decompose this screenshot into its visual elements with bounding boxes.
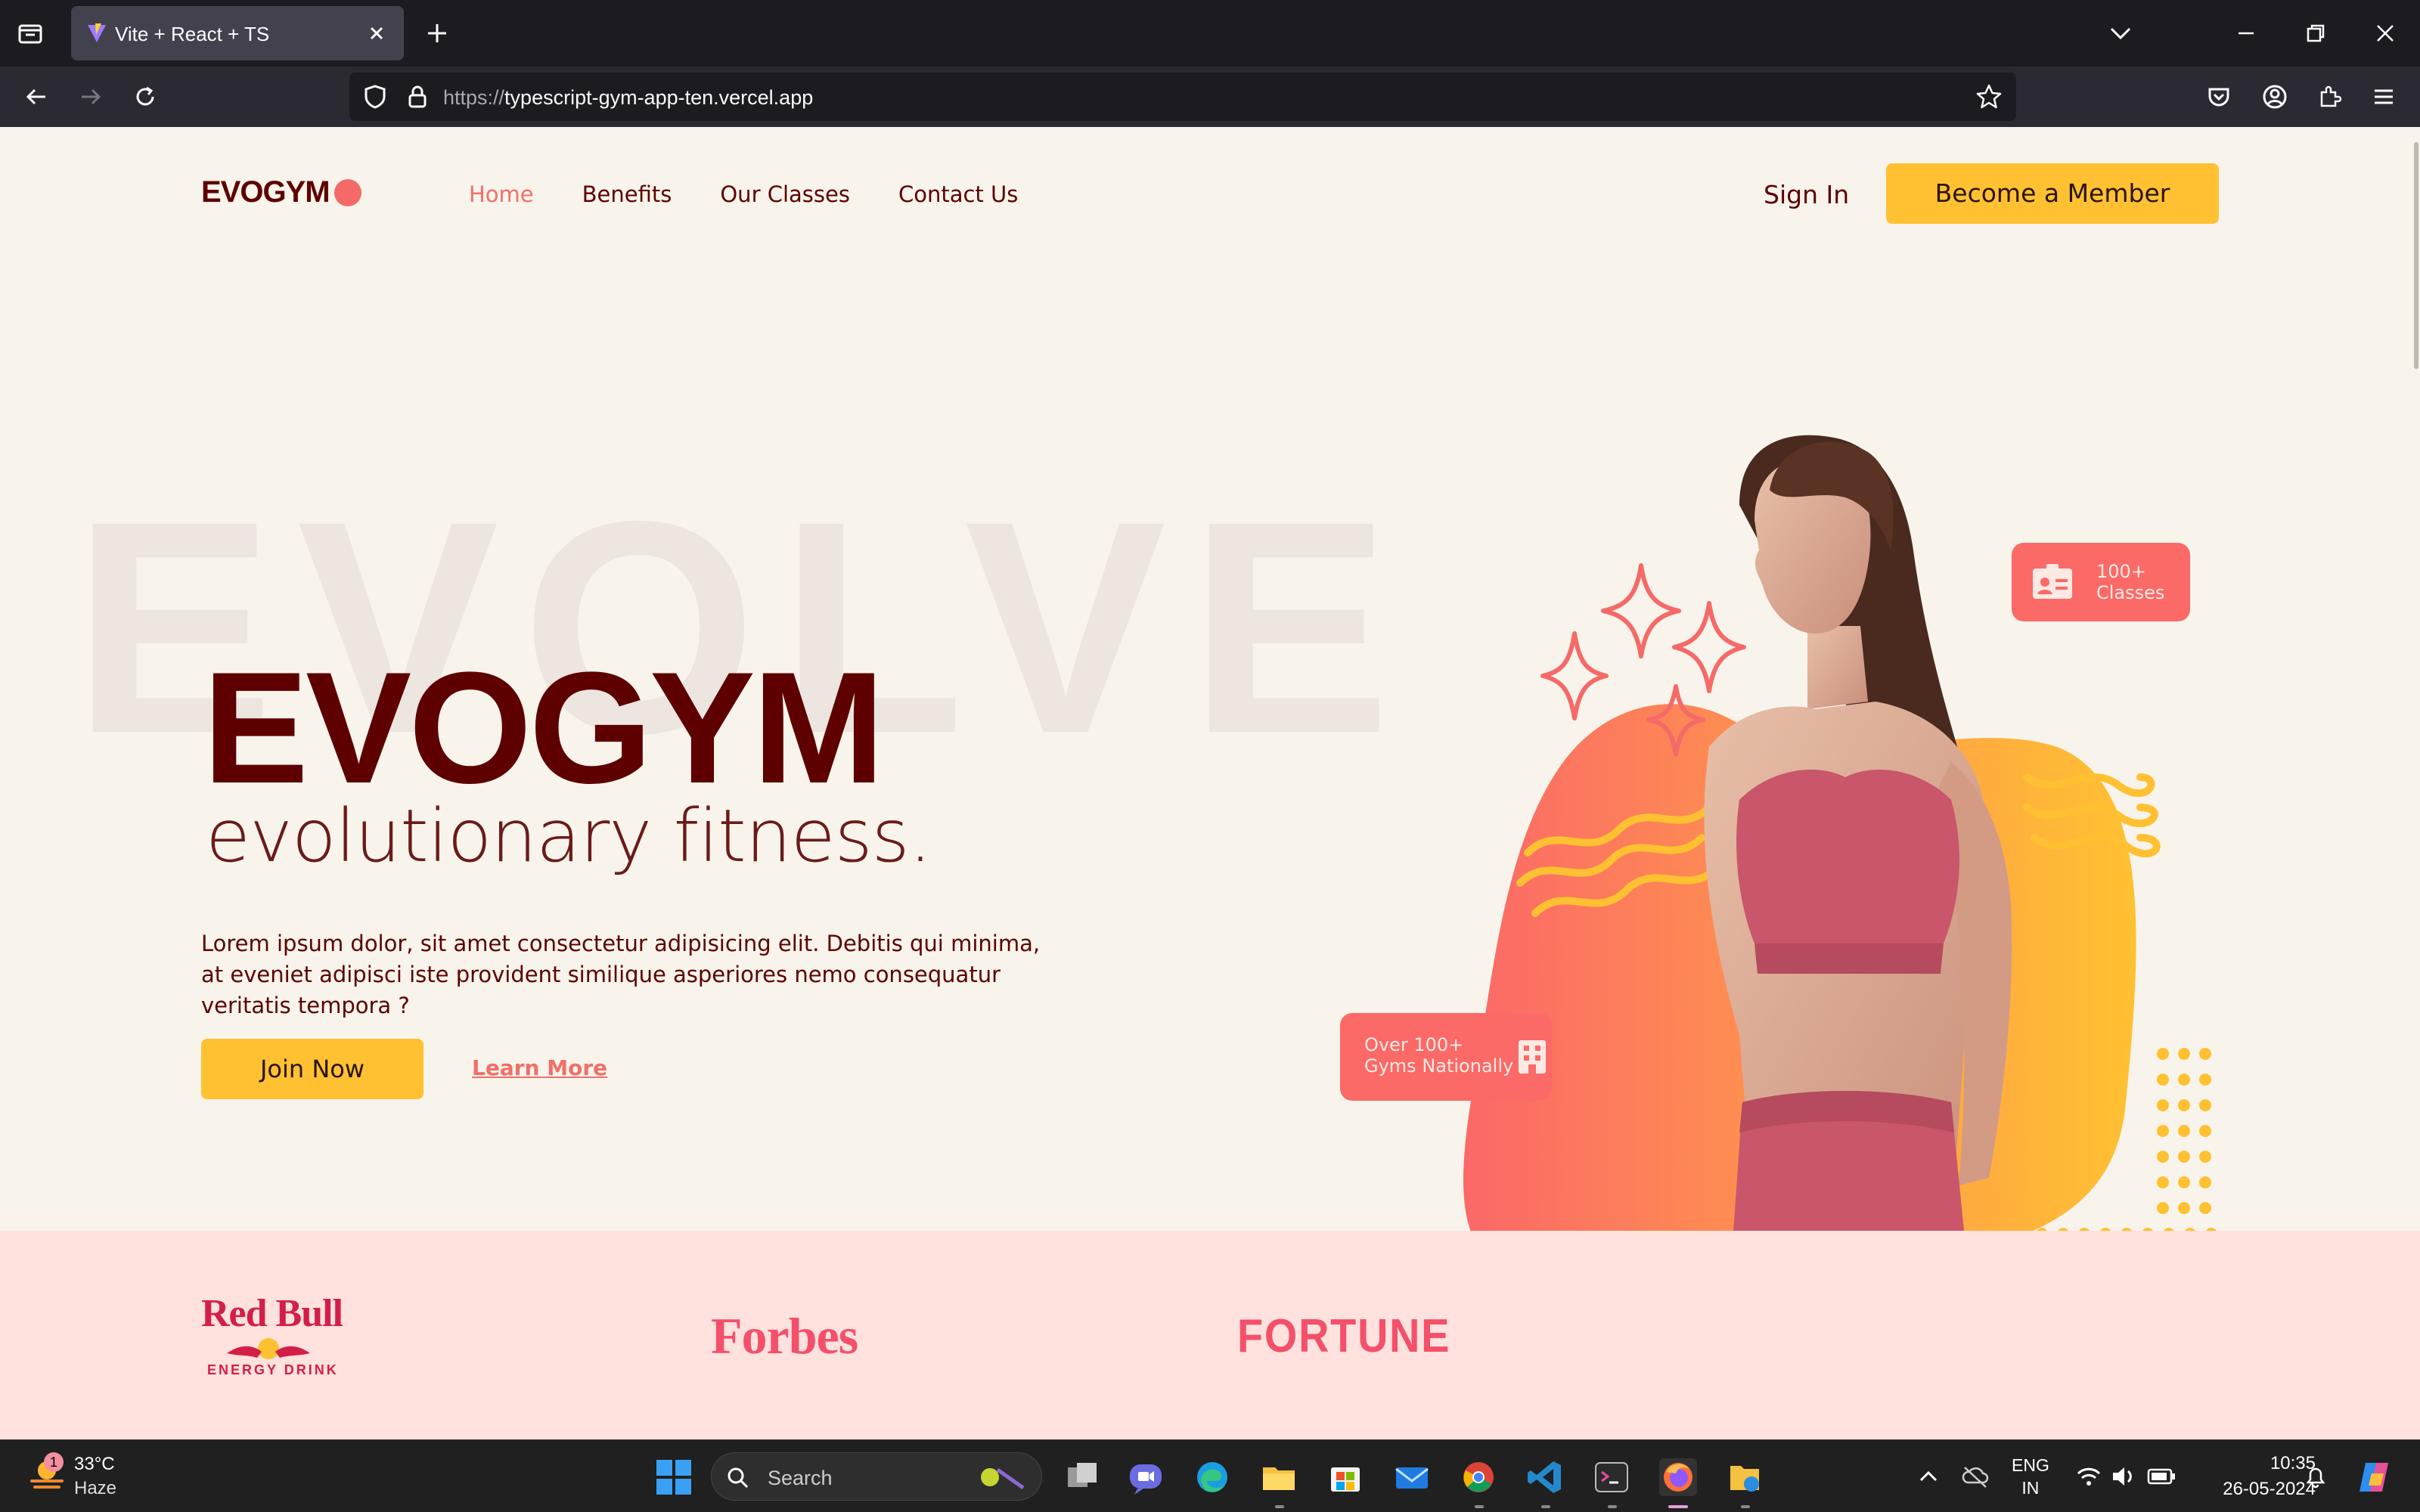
new-tab-icon[interactable] bbox=[424, 20, 451, 47]
hero-title: EVOGYM bbox=[203, 639, 885, 816]
bookmark-star-icon[interactable] bbox=[1974, 82, 2004, 116]
windows-start-icon[interactable] bbox=[655, 1458, 693, 1500]
gyms-badge: Over 100+ Gyms Nationally bbox=[1340, 1013, 1552, 1101]
extensions-icon[interactable] bbox=[2314, 82, 2344, 112]
list-all-tabs-icon[interactable] bbox=[15, 20, 45, 47]
file-explorer-running-indicator bbox=[1275, 1505, 1284, 1508]
file-manager-running-indicator bbox=[1741, 1505, 1750, 1508]
copilot-icon[interactable] bbox=[2355, 1458, 2393, 1496]
site-nav: Home Benefits Our Classes Contact Us bbox=[469, 181, 1018, 207]
chrome-icon[interactable] bbox=[1460, 1458, 1497, 1496]
task-view-icon[interactable] bbox=[1063, 1458, 1101, 1496]
hero-description: Lorem ipsum dolor, sit amet consectetur … bbox=[201, 931, 1041, 1018]
tab-title: Vite + React + TS bbox=[115, 23, 270, 45]
join-now-button[interactable]: Join Now bbox=[201, 1039, 424, 1099]
browser-tab-bar: Vite + React + TS bbox=[0, 0, 2420, 67]
search-icon bbox=[727, 1467, 749, 1493]
gyms-badge-line2: Gyms Nationally bbox=[1364, 1055, 1514, 1077]
gyms-badge-line1: Over 100+ bbox=[1364, 1034, 1464, 1055]
learn-more-link[interactable]: Learn More bbox=[472, 1055, 607, 1080]
id-card-icon bbox=[2030, 561, 2075, 608]
edge-browser-icon[interactable] bbox=[1193, 1458, 1231, 1496]
language-line1: ENG bbox=[2012, 1455, 2049, 1475]
redbull-logo-text: Red Bull bbox=[201, 1292, 343, 1335]
app-menu-icon[interactable] bbox=[2369, 82, 2399, 112]
back-arrow-icon[interactable] bbox=[21, 82, 51, 112]
web-page: EVOGYM Home Benefits Our Classes Contact… bbox=[0, 127, 2420, 1439]
windows-taskbar: 1 33°C Haze Search ENG IN 10:35 26-05-20… bbox=[0, 1439, 2420, 1512]
vscode-running-indicator bbox=[1541, 1505, 1550, 1508]
vite-favicon-icon bbox=[86, 23, 107, 48]
file-explorer-icon[interactable] bbox=[1260, 1458, 1298, 1496]
active-tab[interactable]: Vite + React + TS bbox=[71, 6, 404, 60]
sign-in-link[interactable]: Sign In bbox=[1764, 180, 1849, 209]
chrome-running-indicator bbox=[1475, 1505, 1484, 1508]
close-window-icon[interactable] bbox=[2370, 18, 2400, 48]
page-scrollbar[interactable] bbox=[2414, 142, 2418, 369]
taskbar-search[interactable]: Search bbox=[711, 1452, 1042, 1501]
volume-icon[interactable] bbox=[2110, 1463, 2137, 1490]
classes-badge-line2: Classes bbox=[2096, 582, 2165, 603]
nav-link-contact-us[interactable]: Contact Us bbox=[898, 181, 1018, 207]
system-clock[interactable]: 10:35 26-05-2024 bbox=[2193, 1451, 2316, 1502]
firefox-icon[interactable] bbox=[1659, 1458, 1697, 1496]
address-bar[interactable]: https://typescript-gym-app-ten.vercel.ap… bbox=[349, 73, 2016, 121]
fortune-logo: FORTUNE bbox=[1237, 1310, 1451, 1362]
tracking-shield-icon[interactable] bbox=[360, 82, 390, 116]
weather-widget[interactable]: 1 33°C Haze bbox=[26, 1452, 116, 1498]
classes-badge-line1: 100+ bbox=[2096, 561, 2146, 582]
notifications-bell-icon[interactable] bbox=[2302, 1463, 2329, 1490]
gyms-badge-text: Over 100+ Gyms Nationally bbox=[1364, 1034, 1513, 1077]
language-line2: IN bbox=[2021, 1478, 2040, 1498]
woman-figure bbox=[1704, 435, 2012, 1253]
file-manager-icon[interactable] bbox=[1726, 1458, 1764, 1496]
battery-icon[interactable] bbox=[2146, 1463, 2176, 1490]
logo-text: EVOGYM bbox=[201, 175, 330, 209]
forward-arrow-icon[interactable] bbox=[76, 82, 106, 112]
teams-chat-icon[interactable] bbox=[1127, 1458, 1165, 1496]
cloud-offline-icon[interactable] bbox=[1960, 1461, 1990, 1492]
site-logo[interactable]: EVOGYM bbox=[201, 175, 361, 209]
vscode-icon[interactable] bbox=[1526, 1458, 1564, 1496]
classes-badge-text: 100+ Classes bbox=[2096, 561, 2164, 603]
nav-link-our-classes[interactable]: Our Classes bbox=[720, 181, 850, 207]
nav-link-home[interactable]: Home bbox=[469, 181, 534, 207]
weather-temperature: 33°C bbox=[74, 1454, 115, 1474]
pocket-icon[interactable] bbox=[2204, 82, 2234, 112]
building-icon bbox=[1517, 1039, 1547, 1080]
weather-badge: 1 bbox=[44, 1452, 64, 1472]
classes-badge: 100+ Classes bbox=[2012, 543, 2190, 621]
logo-dot-icon bbox=[334, 178, 361, 206]
lock-icon[interactable] bbox=[402, 82, 433, 116]
browser-nav-bar: https://typescript-gym-app-ten.vercel.ap… bbox=[0, 67, 2420, 127]
reload-icon[interactable] bbox=[130, 82, 160, 112]
redbull-tagline: ENERGY DRINK bbox=[207, 1362, 339, 1377]
search-label: Search bbox=[768, 1467, 833, 1489]
minimize-icon[interactable] bbox=[2231, 18, 2261, 48]
hero-illustration: 100+ Classes Over 100+ Gyms Nationally bbox=[1286, 278, 2269, 1382]
account-icon[interactable] bbox=[2260, 82, 2290, 112]
show-hidden-icons-chevron-icon[interactable] bbox=[1913, 1461, 1944, 1492]
url-text[interactable]: https://typescript-gym-app-ten.vercel.ap… bbox=[443, 86, 813, 110]
sponsor-strip: Red Bull ENERGY DRINK Forbes FORTUNE bbox=[0, 1231, 2420, 1439]
mail-icon[interactable] bbox=[1393, 1458, 1431, 1496]
firefox-active-indicator bbox=[1668, 1505, 1688, 1508]
become-member-button[interactable]: Become a Member bbox=[1886, 163, 2219, 224]
terminal-icon[interactable] bbox=[1593, 1458, 1630, 1496]
forbes-logo: Forbes bbox=[711, 1307, 858, 1365]
weather-condition: Haze bbox=[74, 1478, 117, 1498]
redbull-bulls-icon bbox=[227, 1338, 310, 1359]
microsoft-store-icon[interactable] bbox=[1326, 1458, 1364, 1496]
close-tab-icon[interactable] bbox=[363, 20, 390, 47]
wifi-icon[interactable] bbox=[2075, 1463, 2102, 1490]
redbull-logo: Red Bull ENERGY DRINK bbox=[201, 1293, 345, 1383]
nav-link-benefits[interactable]: Benefits bbox=[582, 181, 672, 207]
hero-image bbox=[1463, 435, 2217, 1288]
search-highlight-icon bbox=[975, 1462, 1028, 1496]
hero-subtitle: evolutionary fitness. bbox=[206, 794, 932, 878]
tab-overflow-chevron-icon[interactable] bbox=[2105, 18, 2136, 48]
terminal-running-indicator bbox=[1608, 1505, 1617, 1508]
restore-icon[interactable] bbox=[2301, 18, 2331, 48]
